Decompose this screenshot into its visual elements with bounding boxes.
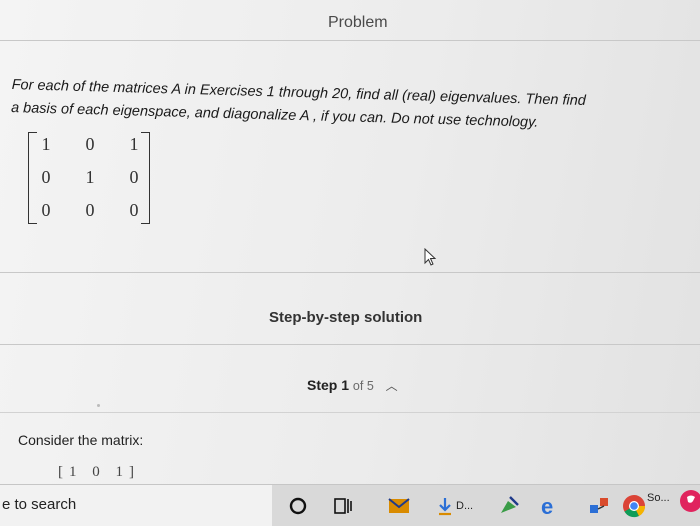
consider-text: Consider the matrix: <box>18 432 144 448</box>
paint-icon[interactable] <box>496 493 522 519</box>
question-text: For each of the matrices A in Exercises … <box>11 74 700 139</box>
matrix-cell: 0 <box>41 167 51 187</box>
matrix-cell: 1 <box>85 167 95 187</box>
mouse-pointer-icon <box>424 248 437 266</box>
step-current: 1 <box>341 377 350 393</box>
partial-matrix-row: [1 0 1] <box>58 464 140 480</box>
step-divider <box>0 412 700 413</box>
matrix-cell: 0 <box>129 200 139 220</box>
taskbar-search-box[interactable]: e to search <box>0 485 272 526</box>
matrix-a: 1 0 1 0 1 0 0 0 0 <box>28 132 150 224</box>
download-icon[interactable] <box>432 493 458 519</box>
chrome-label: So... <box>647 492 670 504</box>
step-by-step-solution-link[interactable]: Step-by-step solution <box>269 309 422 326</box>
step-navigator[interactable]: Step 1 of 5 ︿ <box>307 377 398 394</box>
cortana-icon[interactable] <box>285 493 311 519</box>
taskbar-search-text: e to search <box>2 496 77 513</box>
network-app-icon[interactable] <box>586 493 612 519</box>
solution-divider <box>0 344 700 345</box>
step-label: Step <box>307 377 338 393</box>
section-divider <box>0 272 700 273</box>
windows-taskbar: e to search D... e So... <box>0 484 700 526</box>
problem-header: Problem <box>0 0 700 40</box>
matrix-cell: 0 <box>41 200 51 220</box>
decorative-dot <box>97 404 100 407</box>
task-view-icon[interactable] <box>330 493 356 519</box>
edge-browser-icon[interactable]: e <box>538 493 564 519</box>
mail-icon[interactable] <box>386 493 412 519</box>
page-title: Problem <box>328 14 388 31</box>
chrome-icon[interactable] <box>621 493 647 519</box>
chevron-up-icon[interactable]: ︿ <box>386 379 398 393</box>
matrix-cell: 1 <box>129 134 139 154</box>
matrix-cell: 0 <box>85 200 95 220</box>
matrix-cell: 0 <box>129 167 139 187</box>
notification-app-icon[interactable] <box>678 488 700 514</box>
download-label: D... <box>456 500 474 512</box>
header-divider <box>0 40 700 41</box>
matrix-cell: 1 <box>41 134 51 154</box>
svg-text:e: e <box>541 494 553 519</box>
matrix-cell: 0 <box>85 134 95 154</box>
step-total: of 5 <box>352 379 374 393</box>
problem-page: Problem For each of the matrices A in Ex… <box>0 0 700 484</box>
